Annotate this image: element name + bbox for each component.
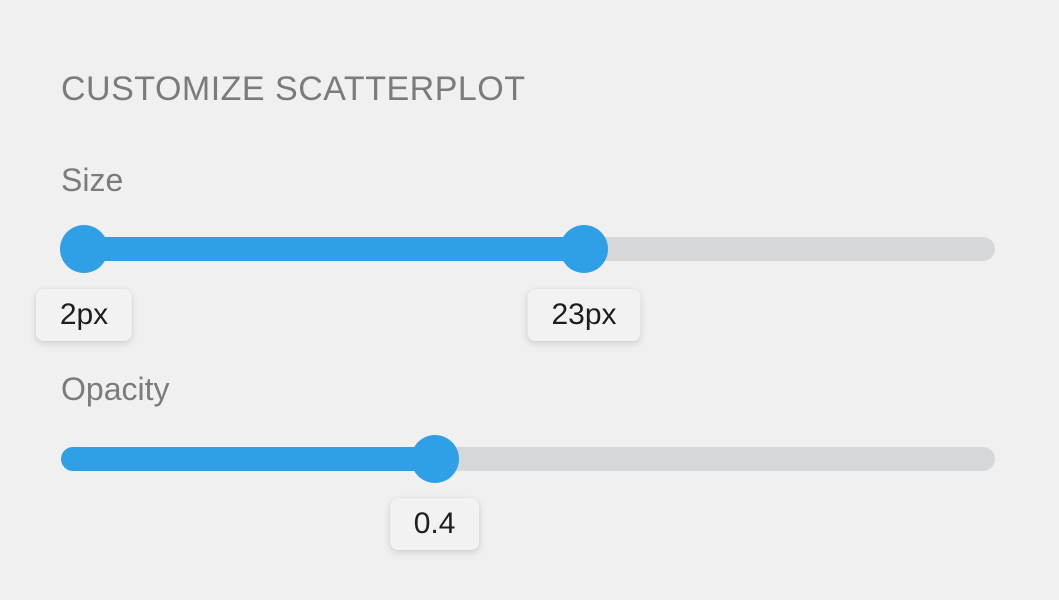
size-min-value-tooltip: 2px (35, 289, 133, 341)
panel-title: CUSTOMIZE SCATTERPLOT (61, 70, 526, 108)
size-max-thumb[interactable] (560, 225, 609, 273)
size-range-slider[interactable] (60, 225, 995, 273)
opacity-slider[interactable] (61, 435, 995, 483)
opacity-thumb[interactable] (410, 435, 459, 483)
opacity-slider-fill (61, 447, 435, 471)
size-label: Size (61, 162, 124, 198)
size-max-value-tooltip: 23px (527, 289, 641, 341)
size-slider-fill (61, 237, 585, 261)
size-min-thumb[interactable] (60, 225, 108, 273)
customize-scatterplot-panel: CUSTOMIZE SCATTERPLOT Size 2px 23px Opac… (0, 0, 1059, 600)
opacity-label: Opacity (61, 371, 170, 407)
opacity-value-tooltip: 0.4 (389, 498, 480, 550)
